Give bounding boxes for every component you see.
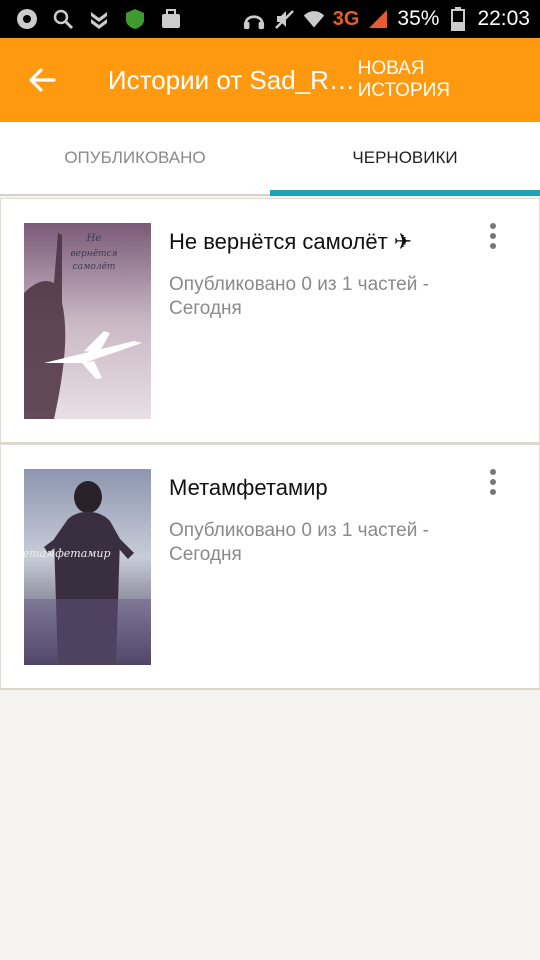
back-button[interactable] <box>0 38 84 122</box>
more-options-button[interactable] <box>479 221 507 251</box>
page-title: Истории от Sad_Ra... <box>107 64 358 95</box>
more-options-button[interactable] <box>479 467 507 497</box>
signal-icon <box>367 8 389 30</box>
more-vert-icon <box>490 469 496 475</box>
app-bar: Истории от Sad_Ra... НОВАЯ ИСТОРИЯ <box>0 38 540 122</box>
svg-text:вернётся: вернётся <box>70 249 117 259</box>
svg-text:метамфетамир: метамфетамир <box>24 547 111 560</box>
story-list: Не вернётся самолёт Не вернётся самолёт … <box>0 198 540 690</box>
status-bar: 3G 35% 22:03 <box>0 0 540 38</box>
svg-text:Не: Не <box>86 233 102 244</box>
tab-drafts[interactable]: ЧЕРНОВИКИ <box>270 122 540 196</box>
svg-text:самолёт: самолёт <box>73 262 116 272</box>
headphones-icon <box>243 8 265 30</box>
tab-bar: ОПУБЛИКОВАНО ЧЕРНОВИКИ <box>0 122 540 196</box>
briefcase-icon <box>160 8 182 30</box>
music-icon <box>16 8 38 30</box>
more-vert-icon <box>490 223 496 229</box>
battery-icon <box>447 7 469 31</box>
search-icon <box>52 8 74 30</box>
story-title: Метамфетамир <box>169 475 328 500</box>
story-title: Не вернётся самолёт ✈ <box>169 229 413 254</box>
story-meta: Опубликовано 0 из 1 частей - Сегодня <box>169 520 429 565</box>
wifi-icon <box>303 8 325 30</box>
story-cover: метамфетамир <box>24 469 151 665</box>
mute-icon <box>273 8 295 30</box>
battery-percent: 35% <box>397 7 440 30</box>
new-story-button[interactable]: НОВАЯ ИСТОРИЯ <box>358 58 522 102</box>
tab-published[interactable]: ОПУБЛИКОВАНО <box>0 122 270 194</box>
arrow-left-icon <box>29 68 56 92</box>
story-item[interactable]: Не вернётся самолёт Не вернётся самолёт … <box>0 198 540 444</box>
shield-icon <box>124 8 146 30</box>
story-item[interactable]: метамфетамир Метамфетамир Опубликовано 0… <box>0 444 540 690</box>
chevrons-icon <box>88 8 110 30</box>
story-meta: Опубликовано 0 из 1 частей - Сегодня <box>169 274 429 319</box>
clock: 22:03 <box>477 7 530 30</box>
story-cover: Не вернётся самолёт <box>24 223 151 419</box>
network-type: 3G <box>332 7 360 30</box>
